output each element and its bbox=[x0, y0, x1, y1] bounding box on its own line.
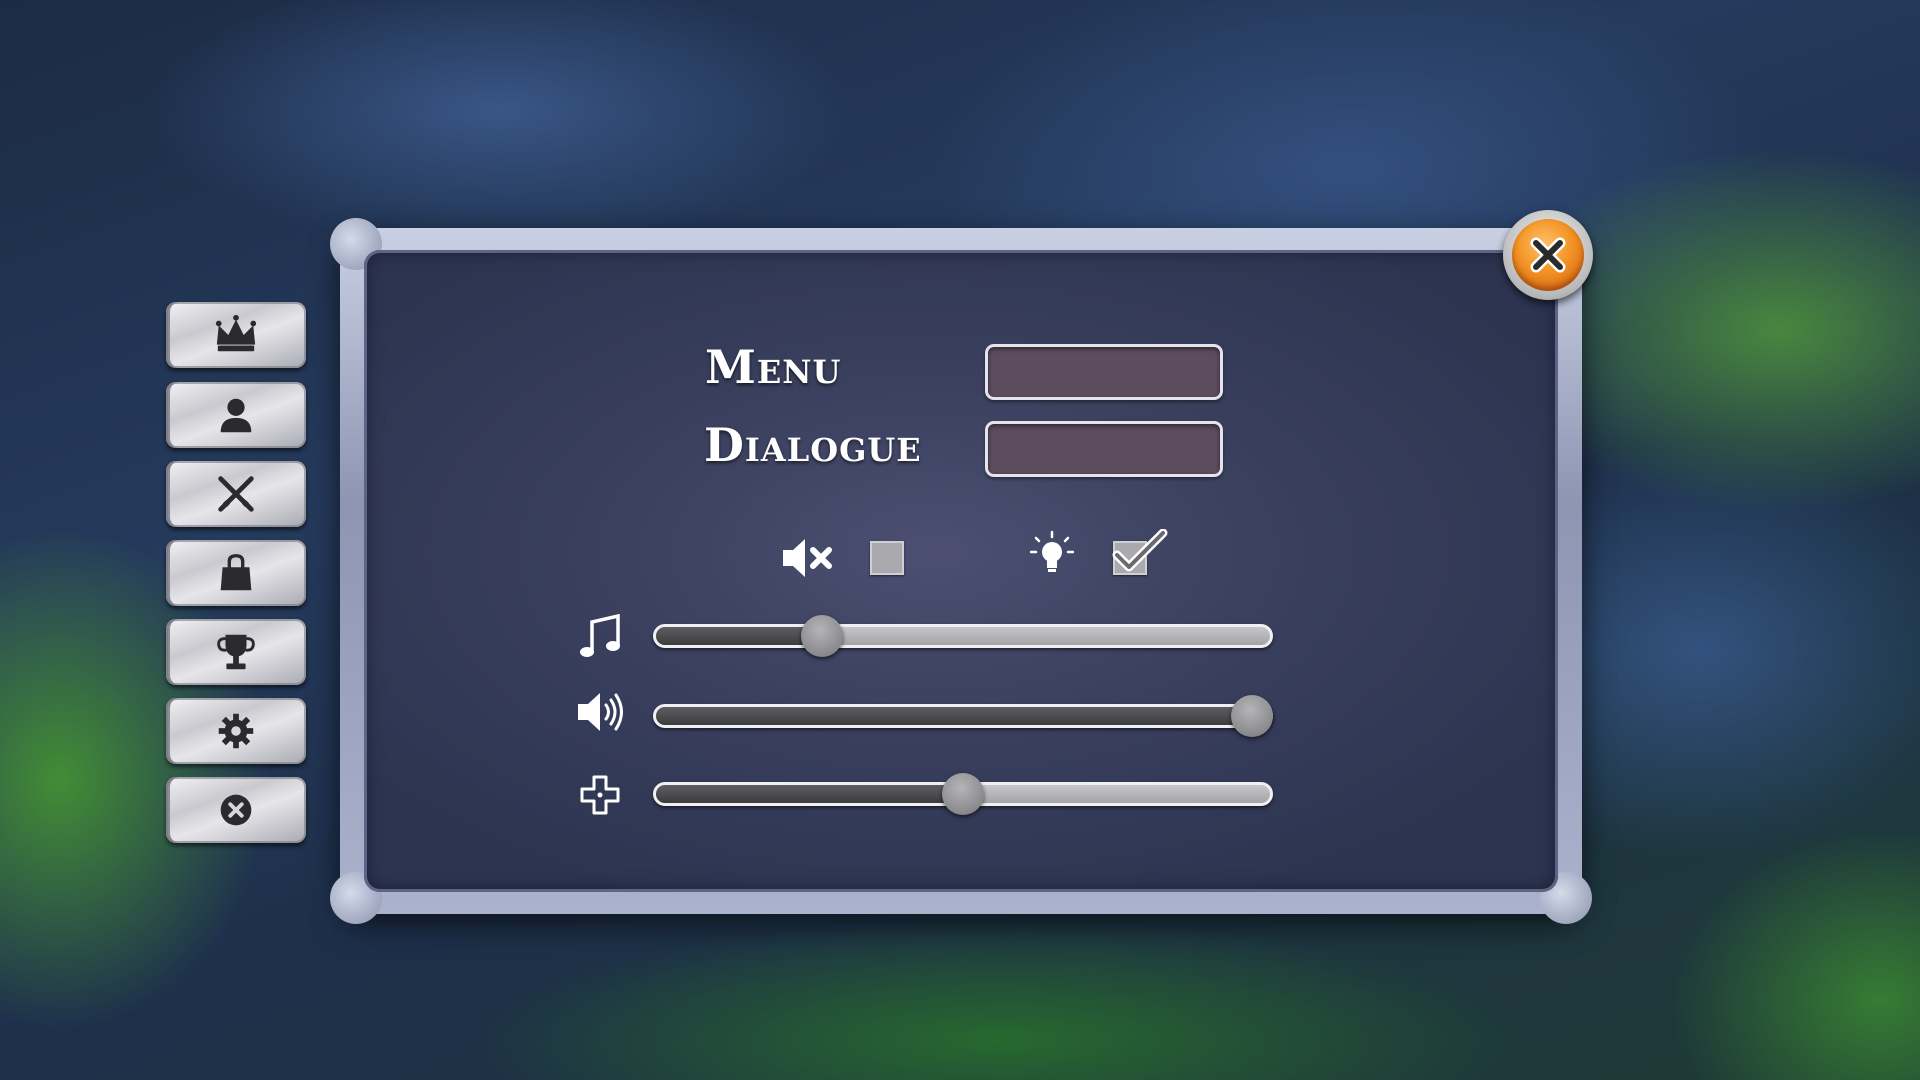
menu-field[interactable] bbox=[985, 344, 1223, 400]
crown-icon bbox=[215, 314, 257, 352]
trophy-icon bbox=[217, 634, 255, 670]
dialogue-label: Dialogue bbox=[704, 418, 922, 472]
menu-label: Menu bbox=[705, 340, 842, 394]
sound-volume-slider[interactable] bbox=[653, 695, 1273, 737]
close-icon bbox=[1530, 237, 1566, 273]
dialogue-field[interactable] bbox=[985, 421, 1223, 477]
lightbulb-icon bbox=[1030, 530, 1074, 572]
sidebar-item-achievements[interactable] bbox=[166, 619, 306, 685]
close-button[interactable] bbox=[1503, 210, 1593, 300]
checkmark-icon bbox=[1112, 529, 1168, 572]
dpad-icon bbox=[580, 775, 620, 815]
sidebar-item-crown[interactable] bbox=[166, 302, 306, 368]
sidebar-item-exit[interactable] bbox=[166, 777, 306, 843]
slider-fill bbox=[656, 785, 963, 803]
crossed-swords-icon bbox=[218, 476, 254, 512]
close-circle-icon bbox=[220, 794, 252, 826]
slider-fill bbox=[656, 707, 1252, 725]
gear-icon bbox=[218, 713, 254, 749]
shopping-bag-icon bbox=[220, 554, 252, 591]
sidebar-item-settings[interactable] bbox=[166, 698, 306, 764]
mute-icon bbox=[783, 539, 832, 577]
mute-checkbox[interactable] bbox=[870, 541, 904, 575]
sidebar-item-shop[interactable] bbox=[166, 540, 306, 606]
music-note-icon bbox=[580, 614, 620, 657]
user-icon bbox=[220, 398, 252, 433]
hint-checkbox[interactable] bbox=[1112, 529, 1168, 575]
controls-slider[interactable] bbox=[653, 773, 1273, 815]
slider-handle[interactable] bbox=[942, 773, 984, 815]
sidebar-item-profile[interactable] bbox=[166, 382, 306, 448]
speaker-icon bbox=[578, 693, 623, 731]
sidebar-item-battle[interactable] bbox=[166, 461, 306, 527]
music-volume-slider[interactable] bbox=[653, 615, 1273, 657]
slider-handle[interactable] bbox=[1230, 695, 1273, 737]
slider-fill bbox=[656, 627, 822, 645]
slider-handle[interactable] bbox=[800, 615, 843, 657]
